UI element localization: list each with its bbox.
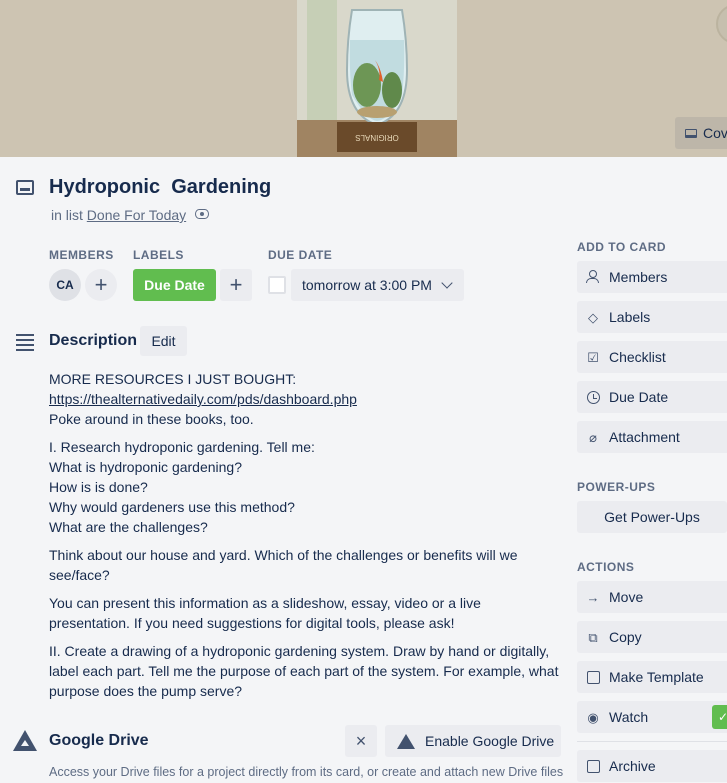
in-list-text: in list Done For Today xyxy=(51,207,186,223)
cover-image: ORIGINALS xyxy=(297,0,457,157)
description-paragraph: You can present this information as a sl… xyxy=(49,595,481,631)
close-button[interactable]: × xyxy=(345,725,377,757)
description-body[interactable]: MORE RESOURCES I JUST BOUGHT: https://th… xyxy=(49,369,559,709)
description-title: Description xyxy=(49,332,138,349)
card-cover: ORIGINALS Cov xyxy=(0,0,727,157)
cover-image-label: ORIGINALS xyxy=(355,133,399,142)
due-date-value: tomorrow at 3:00 PM xyxy=(302,277,432,293)
description-paragraph: I. Research hydroponic gardening. Tell m… xyxy=(49,439,315,535)
template-icon xyxy=(586,670,600,684)
person-icon xyxy=(586,270,600,284)
due-date-side-button[interactable]: Due Date xyxy=(577,381,727,413)
add-label-button[interactable]: + xyxy=(220,269,252,301)
cover-button-label: Cov xyxy=(703,125,727,141)
labels-button[interactable]: ◇ Labels xyxy=(577,301,727,333)
copy-icon: ⧉ xyxy=(588,629,598,645)
check-icon: ✓ xyxy=(712,705,727,729)
copy-button[interactable]: ⧉ Copy xyxy=(577,621,727,653)
description-link[interactable]: https://thealternativedaily.com/pds/dash… xyxy=(49,389,559,409)
power-ups-heading: POWER-UPS xyxy=(577,480,656,494)
labels-heading: LABELS xyxy=(133,248,184,262)
fishbowl-image: ORIGINALS xyxy=(297,0,457,157)
google-drive-title: Google Drive xyxy=(49,732,149,749)
due-date-checkbox[interactable] xyxy=(268,276,286,294)
in-list-prefix: in list xyxy=(51,207,83,223)
clock-icon xyxy=(586,390,600,404)
google-drive-icon xyxy=(397,733,415,749)
cover-button[interactable]: Cov xyxy=(675,117,727,149)
archive-icon xyxy=(586,759,600,773)
card-title[interactable]: Hydroponic Gardening xyxy=(49,176,271,199)
cover-decoration xyxy=(716,4,727,44)
move-button[interactable]: → Move xyxy=(577,581,727,613)
description-paragraph: II. Create a drawing of a hydroponic gar… xyxy=(49,643,559,699)
list-link[interactable]: Done For Today xyxy=(87,207,186,223)
tag-icon: ◇ xyxy=(588,309,598,325)
divider xyxy=(577,741,727,742)
description-paragraph: MORE RESOURCES I JUST BOUGHT: https://th… xyxy=(49,369,559,429)
add-to-card-heading: ADD TO CARD xyxy=(577,240,667,254)
get-power-ups-button[interactable]: Get Power-Ups xyxy=(577,501,727,533)
actions-heading: ACTIONS xyxy=(577,560,635,574)
paperclip-icon: ⌀ xyxy=(589,429,597,445)
description-paragraph: Think about our house and yard. Which of… xyxy=(49,547,518,583)
checklist-button[interactable]: ☑ Checklist xyxy=(577,341,727,373)
members-button[interactable]: Members xyxy=(577,261,727,293)
archive-button[interactable]: Archive xyxy=(577,750,727,782)
enable-google-drive-button[interactable]: Enable Google Drive xyxy=(385,725,561,757)
checklist-icon: ☑ xyxy=(587,349,599,365)
google-drive-icon xyxy=(13,730,37,751)
plus-icon: + xyxy=(94,272,108,297)
arrow-right-icon: → xyxy=(586,589,600,605)
description-icon xyxy=(16,334,34,354)
watch-button[interactable]: ◉ Watch xyxy=(577,701,727,733)
make-template-button[interactable]: Make Template xyxy=(577,661,727,693)
add-member-button[interactable]: + xyxy=(85,269,117,301)
chevron-down-icon xyxy=(441,277,453,289)
eye-icon[interactable] xyxy=(195,209,209,219)
edit-description-button[interactable]: Edit xyxy=(140,326,187,356)
attachment-button[interactable]: ⌀ Attachment xyxy=(577,421,727,453)
eye-icon: ◉ xyxy=(587,709,599,725)
plus-icon: + xyxy=(229,272,243,297)
card-cover-icon xyxy=(685,128,697,138)
close-icon: × xyxy=(355,730,367,751)
due-date-button[interactable]: tomorrow at 3:00 PM xyxy=(291,269,464,301)
avatar[interactable]: CA xyxy=(49,269,81,301)
card-icon xyxy=(16,180,34,195)
google-drive-text: Access your Drive files for a project di… xyxy=(49,765,564,779)
label-chip[interactable]: Due Date xyxy=(133,269,216,301)
members-heading: MEMBERS xyxy=(49,248,114,262)
enable-google-drive-label: Enable Google Drive xyxy=(425,733,555,749)
due-date-heading: DUE DATE xyxy=(268,248,333,262)
